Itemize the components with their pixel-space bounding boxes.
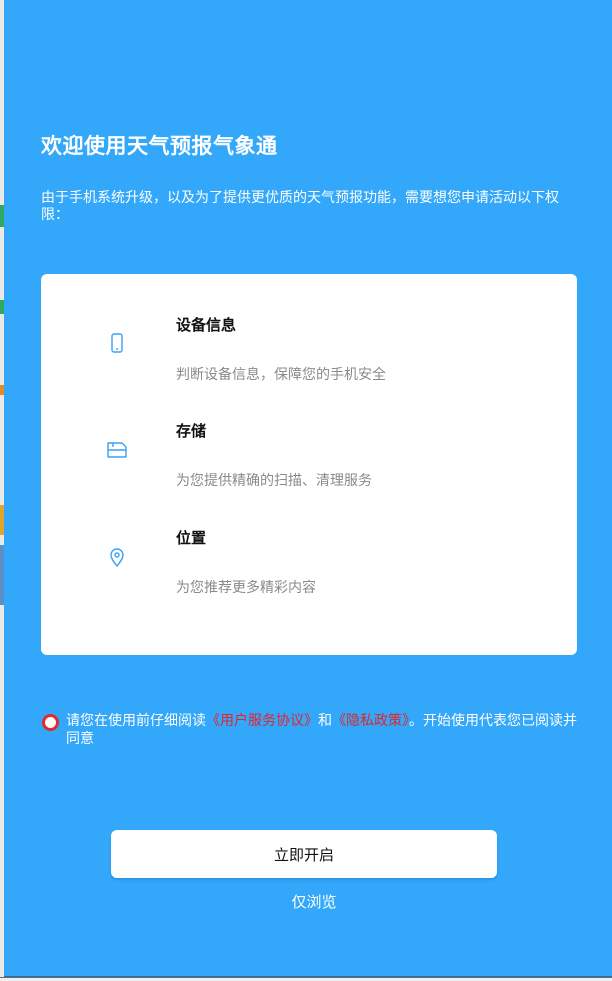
dialog-title: 欢迎使用天气预报气象通 [41,134,278,158]
permission-desc: 为您提供精确的扫描、清理服务 [176,473,372,489]
privacy-policy-link[interactable]: 《隐私政策》 [332,713,409,729]
user-agreement-link[interactable]: 《用户服务协议》 [206,713,318,729]
agreement-prefix: 请您在使用前仔细阅读 [66,713,206,729]
permissions-card: 设备信息 判断设备信息，保障您的手机安全 存储 为您提供精确的扫描、清理服务 位… [41,274,577,655]
permission-item-storage: 存储 为您提供精确的扫描、清理服务 [41,420,577,520]
permission-desc: 判断设备信息，保障您的手机安全 [176,367,386,383]
permission-item-device-info: 设备信息 判断设备信息，保障您的手机安全 [41,314,577,414]
agreement-text: 请您在使用前仔细阅读《用户服务协议》和《隐私政策》。开始使用代表您已阅读并同意 [66,712,586,748]
permission-name: 位置 [176,529,207,547]
permission-dialog: 欢迎使用天气预报气象通 由于手机系统升级，以及为了提供更优质的天气预报功能，需要… [4,0,612,977]
permission-desc: 为您推荐更多精彩内容 [176,580,316,596]
permission-item-location: 位置 为您推荐更多精彩内容 [41,527,577,627]
enable-now-button[interactable]: 立即开启 [111,830,497,878]
storage-icon [105,438,129,462]
location-icon [105,545,129,569]
permission-name: 设备信息 [176,316,237,334]
agreement-and: 和 [318,713,332,729]
browse-only-button[interactable]: 仅浏览 [254,890,374,912]
permission-name: 存储 [176,422,207,440]
bottom-edge [0,977,612,981]
dialog-intro: 由于手机系统升级，以及为了提供更优质的天气预报功能，需要想您申请活动以下权限： [41,190,559,223]
phone-icon [105,331,129,355]
agreement-radio[interactable] [42,714,59,731]
